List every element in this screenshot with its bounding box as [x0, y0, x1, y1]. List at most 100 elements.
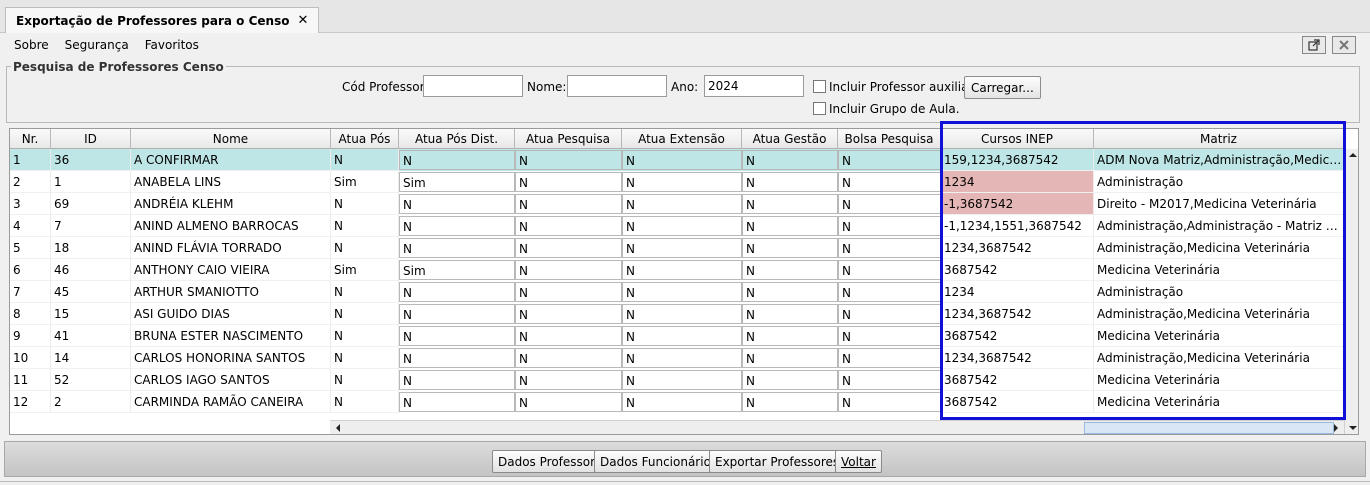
menu-sobre[interactable]: Sobre — [14, 38, 49, 52]
cell-nr[interactable]: 10 — [10, 347, 51, 369]
cell-atua-pesquisa[interactable]: N — [515, 370, 622, 390]
cell-atua-pos-dist[interactable]: N — [399, 216, 515, 236]
cell-atua-pesquisa[interactable]: N — [515, 282, 622, 302]
voltar-button[interactable]: Voltar — [835, 450, 882, 473]
col-header-nr[interactable]: Nr. — [10, 129, 51, 149]
cell-bolsa-pesquisa[interactable]: N — [838, 238, 941, 258]
ano-input[interactable]: 2024 — [704, 75, 804, 97]
table-row[interactable]: 7 45 ARTHUR SMANIOTTO N N N N N N 1234 Administraç… — [10, 281, 1344, 303]
cell-cursos-inep[interactable]: -1,1234,1551,3687542 — [941, 215, 1094, 237]
exportar-professores-button[interactable]: Exportar Professores — [709, 450, 846, 473]
cell-atua-pos[interactable]: N — [331, 193, 399, 215]
cell-atua-extensao[interactable]: N — [622, 282, 742, 302]
carregar-button[interactable]: Carregar... — [964, 76, 1041, 99]
tab-exportacao[interactable]: Exportação de Professores para o Censo ✕ — [5, 7, 320, 33]
cell-id[interactable]: 52 — [51, 369, 131, 391]
cell-atua-gestao[interactable]: N — [742, 216, 838, 236]
cell-atua-gestao[interactable]: N — [742, 282, 838, 302]
col-header-atua-extensao[interactable]: Atua Extensão — [622, 129, 742, 149]
table-row[interactable]: 8 15 ASI GUIDO DIAS N N N N N N 1234,3687542 Admin… — [10, 303, 1344, 325]
cell-atua-pos-dist[interactable]: N — [399, 326, 515, 346]
cell-nome[interactable]: CARMINDA RAMÃO CANEIRA — [131, 391, 331, 413]
cell-id[interactable]: 18 — [51, 237, 131, 259]
cell-bolsa-pesquisa[interactable]: N — [838, 282, 941, 302]
cell-atua-pesquisa[interactable]: N — [515, 172, 622, 192]
cell-nr[interactable]: 6 — [10, 259, 51, 281]
menu-seguranca[interactable]: Segurança — [65, 38, 129, 52]
cell-atua-gestao[interactable]: N — [742, 304, 838, 324]
cell-nr[interactable]: 9 — [10, 325, 51, 347]
cell-cursos-inep[interactable]: 1234,3687542 — [941, 237, 1094, 259]
cell-atua-extensao[interactable]: N — [622, 194, 742, 214]
scroll-left-icon[interactable] — [332, 421, 344, 435]
cell-id[interactable]: 7 — [51, 215, 131, 237]
cell-cursos-inep[interactable]: -1,3687542 — [941, 193, 1094, 215]
cell-atua-pos-dist[interactable]: N — [399, 238, 515, 258]
scroll-right-icon[interactable] — [1330, 421, 1342, 435]
cell-matriz[interactable]: Administração,Medicina Veterinária — [1094, 237, 1344, 259]
table-row[interactable]: 6 46 ANTHONY CAIO VIEIRA Sim Sim N N N N 3687542 M… — [10, 259, 1344, 281]
cell-atua-extensao[interactable]: N — [622, 326, 742, 346]
cell-atua-pos-dist[interactable]: N — [399, 392, 515, 412]
cell-nome[interactable]: ARTHUR SMANIOTTO — [131, 281, 331, 303]
cell-bolsa-pesquisa[interactable]: N — [838, 370, 941, 390]
cell-atua-gestao[interactable]: N — [742, 194, 838, 214]
cell-atua-pos[interactable]: Sim — [331, 171, 399, 193]
cell-nr[interactable]: 3 — [10, 193, 51, 215]
cell-atua-extensao[interactable]: N — [622, 172, 742, 192]
cell-cursos-inep[interactable]: 159,1234,3687542 — [941, 149, 1094, 171]
cell-atua-extensao[interactable]: N — [622, 216, 742, 236]
cell-matriz[interactable]: Administração — [1094, 171, 1344, 193]
cell-atua-extensao[interactable]: N — [622, 238, 742, 258]
cell-bolsa-pesquisa[interactable]: N — [838, 392, 941, 412]
cell-atua-pos[interactable]: N — [331, 369, 399, 391]
cell-atua-pos-dist[interactable]: Sim — [399, 260, 515, 280]
col-header-matriz[interactable]: Matriz — [1094, 129, 1344, 149]
cell-bolsa-pesquisa[interactable]: N — [838, 326, 941, 346]
cell-atua-pos[interactable]: Sim — [331, 259, 399, 281]
cell-bolsa-pesquisa[interactable]: N — [838, 194, 941, 214]
incluir-auxiliar-checkbox[interactable] — [813, 80, 826, 93]
col-header-id[interactable]: ID — [51, 129, 131, 149]
table-row[interactable]: 5 18 ANIND FLÁVIA TORRADO N N N N N N 1234,368754… — [10, 237, 1344, 259]
incluir-grupo-checkbox[interactable] — [813, 102, 826, 115]
cell-atua-extensao[interactable]: N — [622, 150, 742, 170]
horizontal-scrollbar[interactable] — [330, 420, 1344, 434]
cell-nome[interactable]: A CONFIRMAR — [131, 149, 331, 171]
cell-matriz[interactable]: Medicina Veterinária — [1094, 325, 1344, 347]
cell-id[interactable]: 45 — [51, 281, 131, 303]
horizontal-scroll-thumb[interactable] — [1084, 422, 1334, 434]
close-icon[interactable]: ✕ — [297, 13, 308, 28]
nome-input[interactable] — [567, 75, 667, 97]
cell-atua-pos-dist[interactable]: N — [399, 304, 515, 324]
cell-cursos-inep[interactable]: 1234,3687542 — [941, 303, 1094, 325]
cell-cursos-inep[interactable]: 3687542 — [941, 259, 1094, 281]
col-header-bolsa-pesquisa[interactable]: Bolsa Pesquisa — [838, 129, 941, 149]
cell-nome[interactable]: BRUNA ESTER NASCIMENTO — [131, 325, 331, 347]
col-header-atua-gestao[interactable]: Atua Gestão — [742, 129, 838, 149]
cell-atua-gestao[interactable]: N — [742, 370, 838, 390]
cell-atua-gestao[interactable]: N — [742, 392, 838, 412]
cell-matriz[interactable]: ADM Nova Matriz,Administração,Medicina V… — [1094, 149, 1344, 171]
cell-nr[interactable]: 1 — [10, 149, 51, 171]
table-row[interactable]: 4 7 ANIND ALMENO BARROCAS N N N N N N -1,1234,155… — [10, 215, 1344, 237]
cell-id[interactable]: 36 — [51, 149, 131, 171]
table-row[interactable]: 9 41 BRUNA ESTER NASCIMENTO N N N N N N 3687542 Me… — [10, 325, 1344, 347]
col-header-atua-pesquisa[interactable]: Atua Pesquisa — [515, 129, 622, 149]
cell-cursos-inep[interactable]: 1234,3687542 — [941, 347, 1094, 369]
cell-atua-pesquisa[interactable]: N — [515, 150, 622, 170]
cell-nr[interactable]: 4 — [10, 215, 51, 237]
scroll-up-icon[interactable] — [1345, 149, 1359, 161]
cell-atua-gestao[interactable]: N — [742, 172, 838, 192]
cell-atua-pos-dist[interactable]: Sim — [399, 172, 515, 192]
cell-nome[interactable]: CARLOS IAGO SANTOS — [131, 369, 331, 391]
cell-atua-pesquisa[interactable]: N — [515, 392, 622, 412]
cell-nr[interactable]: 7 — [10, 281, 51, 303]
cell-id[interactable]: 2 — [51, 391, 131, 413]
table-row[interactable]: 2 1 ANABELA LINS Sim Sim N N N N 1234 Administraçã… — [10, 171, 1344, 193]
cell-matriz[interactable]: Administração — [1094, 281, 1344, 303]
popout-icon[interactable] — [1302, 36, 1326, 54]
cell-id[interactable]: 15 — [51, 303, 131, 325]
cell-atua-gestao[interactable]: N — [742, 260, 838, 280]
cell-atua-pos-dist[interactable]: N — [399, 282, 515, 302]
